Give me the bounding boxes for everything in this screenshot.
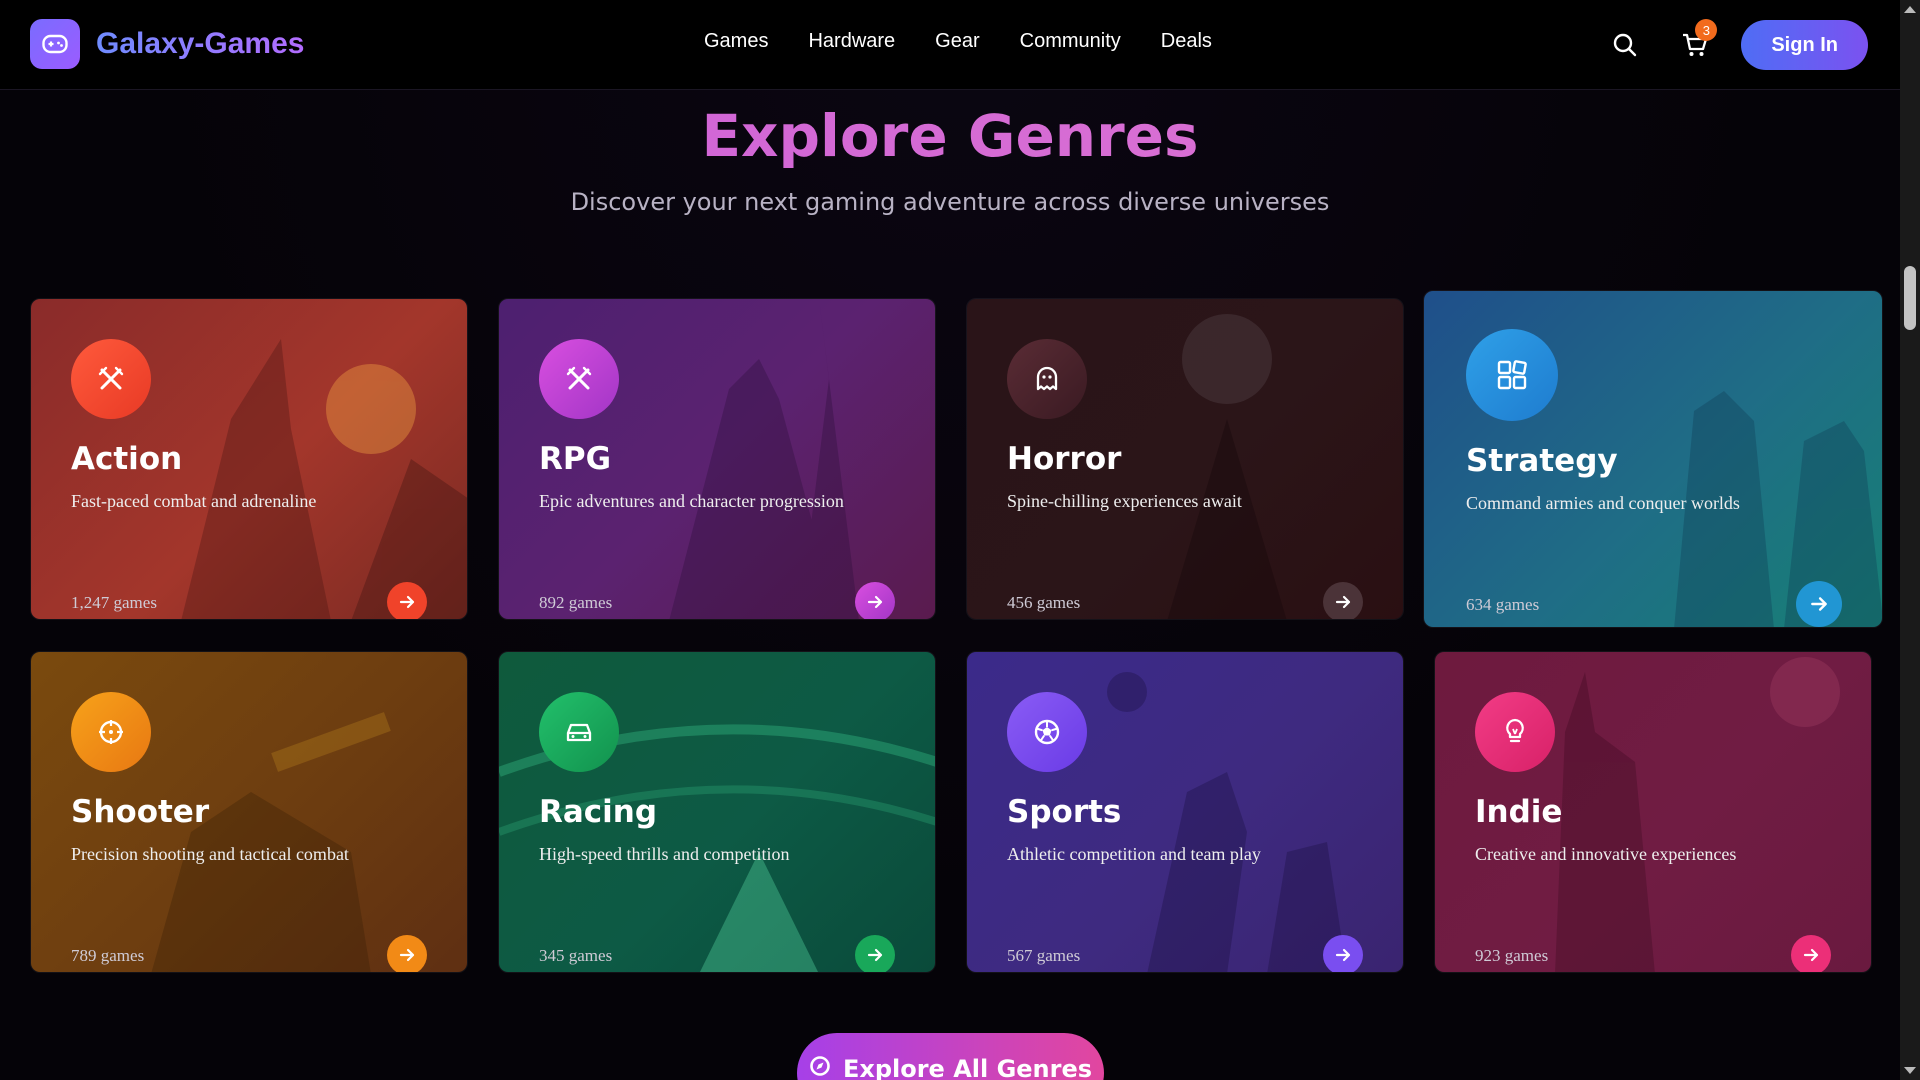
genre-card-racing[interactable]: Racing High-speed thrills and competitio… xyxy=(498,651,936,973)
scroll-up-arrow-icon[interactable] xyxy=(1904,6,1916,13)
page: Galaxy-Games Games Hardware Gear Communi… xyxy=(0,0,1920,1080)
arrow-right-icon[interactable] xyxy=(1796,581,1842,627)
genre-game-count: 567 games xyxy=(1007,946,1081,965)
genre-card-rpg[interactable]: RPG Epic adventures and character progre… xyxy=(498,298,936,620)
genre-description: Fast-paced combat and adrenaline xyxy=(71,491,317,511)
brand-name: Galaxy-Games xyxy=(96,27,305,60)
swords-icon xyxy=(539,339,619,419)
genre-card-strategy[interactable]: Strategy Command armies and conquer worl… xyxy=(1423,290,1883,628)
lightbulb-icon xyxy=(1475,692,1555,772)
genre-title: Indie xyxy=(1475,794,1563,830)
genre-description: Athletic competition and team play xyxy=(1007,844,1261,864)
arrow-right-icon[interactable] xyxy=(1323,582,1363,619)
explore-all-genres-button[interactable]: Explore All Genres xyxy=(797,1033,1104,1080)
gamepad-icon xyxy=(30,19,80,69)
swords-icon xyxy=(71,339,151,419)
grid-icon xyxy=(1466,329,1558,421)
nav-gear[interactable]: Gear xyxy=(935,30,979,53)
car-icon xyxy=(539,692,619,772)
cart-button[interactable]: 3 xyxy=(1669,19,1721,71)
genre-card-sports[interactable]: Sports Athletic competition and team pla… xyxy=(966,651,1404,973)
page-subtitle: Discover your next gaming adventure acro… xyxy=(570,188,1330,216)
genre-card-action[interactable]: Action Fast-paced combat and adrenaline … xyxy=(30,298,468,620)
genre-description: Creative and innovative experiences xyxy=(1475,844,1737,864)
genre-title: RPG xyxy=(539,441,612,477)
nav-community[interactable]: Community xyxy=(1020,30,1121,53)
page-title: Explore Genres xyxy=(0,102,1900,170)
cart-count-badge: 3 xyxy=(1695,19,1718,41)
soccer-ball-icon xyxy=(1007,692,1087,772)
genre-card-horror[interactable]: Horror Spine-chilling experiences await … xyxy=(966,298,1404,620)
genre-title: Horror xyxy=(1007,441,1122,477)
ghost-icon xyxy=(1007,339,1087,419)
genre-game-count: 345 games xyxy=(539,946,613,965)
search-button[interactable] xyxy=(1599,19,1651,71)
genre-title: Strategy xyxy=(1466,443,1618,479)
genre-title: Racing xyxy=(539,794,658,830)
arrow-right-icon[interactable] xyxy=(1791,935,1831,972)
top-navbar: Galaxy-Games Games Hardware Gear Communi… xyxy=(0,0,1900,90)
genre-title: Shooter xyxy=(71,794,210,830)
genre-description: Precision shooting and tactical combat xyxy=(71,844,349,864)
genre-card-shooter[interactable]: Shooter Precision shooting and tactical … xyxy=(30,651,468,973)
nav-games[interactable]: Games xyxy=(704,30,768,53)
genre-game-count: 456 games xyxy=(1007,593,1081,612)
main-nav: Games Hardware Gear Community Deals xyxy=(704,30,1212,53)
arrow-right-icon[interactable] xyxy=(387,935,427,972)
genre-game-count: 1,247 games xyxy=(71,593,157,612)
genre-game-count: 892 games xyxy=(539,593,613,612)
sign-in-button[interactable]: Sign In xyxy=(1741,20,1868,70)
genre-card-indie[interactable]: Indie Creative and innovative experience… xyxy=(1434,651,1872,973)
arrow-right-icon[interactable] xyxy=(855,582,895,619)
compass-icon xyxy=(810,1056,830,1076)
genre-title: Action xyxy=(71,441,183,477)
brand-logo[interactable]: Galaxy-Games xyxy=(30,19,304,69)
crosshair-icon xyxy=(71,692,151,772)
arrow-right-icon[interactable] xyxy=(855,935,895,972)
scrollbar-thumb[interactable] xyxy=(1904,266,1916,330)
genre-description: Command armies and conquer worlds xyxy=(1466,493,1740,513)
scroll-down-arrow-icon[interactable] xyxy=(1904,1067,1916,1074)
explore-all-label: Explore All Genres xyxy=(842,1055,1093,1080)
genre-description: Spine-chilling experiences await xyxy=(1007,491,1242,511)
nav-hardware[interactable]: Hardware xyxy=(808,30,895,53)
search-icon xyxy=(1614,33,1637,57)
header-actions: 3 Sign In xyxy=(1599,19,1868,71)
arrow-right-icon[interactable] xyxy=(1323,935,1363,972)
genre-title: Sports xyxy=(1007,794,1122,830)
genre-game-count: 923 games xyxy=(1475,946,1549,965)
genre-game-count: 634 games xyxy=(1466,595,1540,614)
genre-description: High-speed thrills and competition xyxy=(539,844,790,864)
genre-game-count: 789 games xyxy=(71,946,145,965)
nav-deals[interactable]: Deals xyxy=(1161,30,1212,53)
arrow-right-icon[interactable] xyxy=(387,582,427,619)
genre-description: Epic adventures and character progressio… xyxy=(539,491,844,511)
page-scrollbar[interactable] xyxy=(1900,0,1920,1080)
